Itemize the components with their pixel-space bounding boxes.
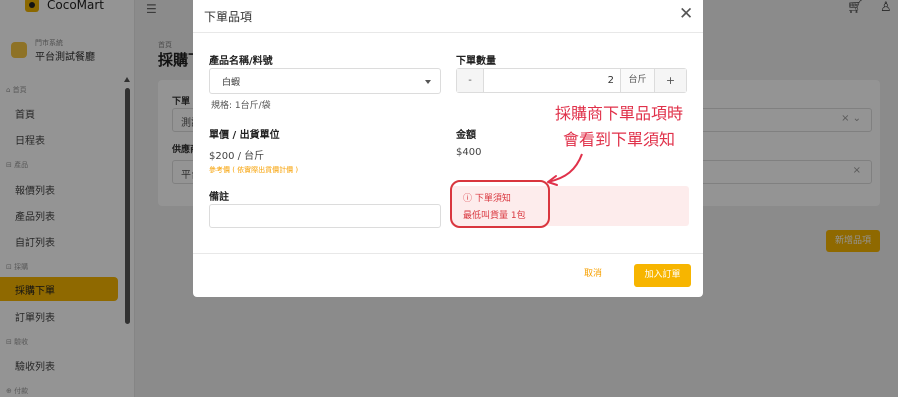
annotation-callout: 採購商下單品項時 會看到下單須知 <box>538 98 700 156</box>
annotation-line-1: 採購商下單品項時 <box>554 104 683 123</box>
annotation-arrow-icon <box>547 153 583 186</box>
remark-label: 備註 <box>209 192 229 203</box>
add-to-order-button[interactable]: 加入訂單 <box>634 264 691 287</box>
amount-value: $400 <box>456 147 482 158</box>
annotation-highlight-circle <box>450 180 550 228</box>
price-hint: 參考價 ( 依實際出貨價計價 ) <box>209 166 299 174</box>
product-select[interactable]: 白蝦 <box>209 68 441 94</box>
modal-header: 下單品項 ✕ <box>193 0 703 33</box>
quantity-stepper: - 2 台斤 + <box>456 68 687 93</box>
remark-input[interactable] <box>209 204 441 228</box>
product-spec: 規格: 1台斤/袋 <box>211 101 271 111</box>
quantity-label: 下單數量 <box>456 56 496 67</box>
price-label: 單價 / 出貨單位 <box>209 130 280 141</box>
quantity-decrement-button[interactable]: - <box>457 69 483 92</box>
close-icon[interactable]: ✕ <box>679 4 693 24</box>
product-label: 產品名稱/料號 <box>209 56 273 67</box>
amount-label: 金額 <box>456 130 476 141</box>
quantity-unit: 台斤 <box>621 69 655 92</box>
product-select-value: 白蝦 <box>222 78 241 88</box>
cancel-button[interactable]: 取消 <box>584 266 602 279</box>
chevron-down-icon <box>425 80 431 84</box>
annotation-line-2: 會看到下單須知 <box>562 130 675 149</box>
quantity-input[interactable]: 2 <box>483 69 621 92</box>
quantity-increment-button[interactable]: + <box>655 69 686 92</box>
modal-title: 下單品項 <box>204 10 253 24</box>
price-value: $200 / 台斤 <box>209 151 265 162</box>
modal-footer-divider <box>193 253 703 254</box>
